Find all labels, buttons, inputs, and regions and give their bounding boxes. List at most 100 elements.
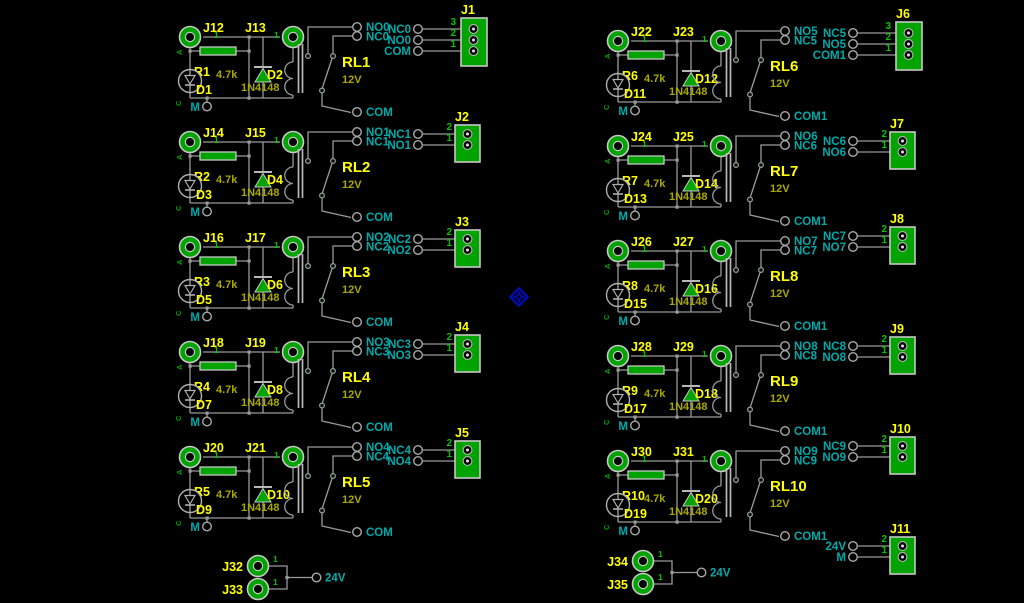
net-terminal[interactable]: [849, 243, 858, 252]
resistor-value[interactable]: 4.7k: [644, 178, 666, 190]
led-ref[interactable]: D13: [624, 192, 647, 206]
resistor-symbol[interactable]: [200, 467, 236, 475]
diode-value[interactable]: 1N4148: [241, 292, 280, 304]
connector-ref[interactable]: J8: [890, 212, 904, 226]
connector-body[interactable]: [890, 537, 915, 574]
diode-value[interactable]: 1N4148: [669, 506, 708, 518]
net-label[interactable]: M: [836, 552, 846, 564]
pad-a[interactable]: [608, 136, 629, 157]
resistor-symbol[interactable]: [628, 471, 664, 479]
pad-b[interactable]: [711, 136, 732, 157]
led-ref[interactable]: D19: [624, 507, 647, 521]
net-terminal[interactable]: [414, 340, 423, 349]
relay-value[interactable]: 12V: [342, 284, 362, 296]
m-net-label[interactable]: M: [618, 421, 628, 433]
pad-b[interactable]: [711, 451, 732, 472]
pad-b-label[interactable]: J33: [222, 583, 243, 597]
resistor-symbol[interactable]: [628, 366, 664, 374]
net-terminal[interactable]: [414, 47, 423, 56]
net-terminal[interactable]: [414, 130, 423, 139]
pad-b-label[interactable]: J13: [245, 21, 266, 35]
diode-value[interactable]: 1N4148: [241, 82, 280, 94]
connector-body[interactable]: [896, 22, 922, 70]
m-net-label[interactable]: M: [190, 207, 200, 219]
led-ref[interactable]: D5: [196, 293, 212, 307]
led-ref[interactable]: D11: [624, 87, 646, 101]
m-terminal[interactable]: [631, 316, 640, 325]
pad-a-label[interactable]: J32: [222, 560, 243, 574]
power-terminal[interactable]: [697, 568, 706, 577]
relay-value[interactable]: 12V: [770, 183, 790, 195]
m-terminal[interactable]: [203, 522, 212, 531]
connector-body[interactable]: [461, 18, 487, 66]
net-terminal[interactable]: [414, 446, 423, 455]
resistor-value[interactable]: 4.7k: [644, 388, 666, 400]
pad-b-label[interactable]: J27: [673, 235, 694, 249]
net-terminal[interactable]: [414, 141, 423, 150]
m-terminal[interactable]: [631, 526, 640, 535]
resistor-value[interactable]: 4.7k: [644, 493, 666, 505]
connector-ref[interactable]: J1: [461, 3, 475, 17]
connector-body[interactable]: [455, 125, 480, 162]
net-label[interactable]: COM: [384, 46, 411, 58]
net-label[interactable]: COM1: [813, 50, 847, 62]
net-terminal[interactable]: [414, 246, 423, 255]
resistor-symbol[interactable]: [628, 51, 664, 59]
net-label[interactable]: NO2: [387, 245, 411, 257]
resistor-symbol[interactable]: [200, 152, 236, 160]
pad-a[interactable]: [180, 237, 201, 258]
com-net-label[interactable]: COM: [366, 527, 393, 539]
relay-value[interactable]: 12V: [770, 498, 790, 510]
connector-ref[interactable]: J3: [455, 215, 469, 229]
m-net-label[interactable]: M: [618, 106, 628, 118]
diode-ref[interactable]: D2: [267, 68, 283, 82]
resistor-value[interactable]: 4.7k: [216, 174, 238, 186]
m-terminal[interactable]: [631, 211, 640, 220]
resistor-value[interactable]: 4.7k: [644, 283, 666, 295]
resistor-value[interactable]: 4.7k: [216, 489, 238, 501]
net-label[interactable]: NO3: [387, 350, 411, 362]
m-net-label[interactable]: M: [618, 316, 628, 328]
m-terminal[interactable]: [631, 421, 640, 430]
connector-body[interactable]: [890, 132, 915, 169]
connector-body[interactable]: [890, 227, 915, 264]
diode-value[interactable]: 1N4148: [669, 86, 708, 98]
pad-a[interactable]: [633, 551, 654, 572]
power-net-label[interactable]: 24V: [710, 568, 731, 580]
connector-body[interactable]: [890, 337, 915, 374]
resistor-symbol[interactable]: [200, 47, 236, 55]
m-net-label[interactable]: M: [190, 312, 200, 324]
m-net-label[interactable]: M: [190, 102, 200, 114]
pad-b-label[interactable]: J21: [245, 441, 266, 455]
net-terminal[interactable]: [849, 342, 858, 351]
pad-b[interactable]: [633, 574, 654, 595]
resistor-value[interactable]: 4.7k: [216, 384, 238, 396]
relay-ref[interactable]: RL7: [770, 163, 798, 180]
net-terminal[interactable]: [849, 542, 858, 551]
led-ref[interactable]: D1: [196, 83, 212, 97]
m-net-label[interactable]: M: [190, 417, 200, 429]
net-terminal[interactable]: [849, 137, 858, 146]
connector-ref[interactable]: J9: [890, 322, 904, 336]
connector-ref[interactable]: J5: [455, 426, 469, 440]
net-label[interactable]: NO8: [822, 352, 846, 364]
net-terminal[interactable]: [849, 40, 858, 49]
pad-b-label[interactable]: J17: [245, 231, 266, 245]
connector-body[interactable]: [890, 437, 915, 474]
pad-b[interactable]: [283, 237, 304, 258]
pad-b[interactable]: [283, 447, 304, 468]
relay-ref[interactable]: RL9: [770, 373, 798, 390]
pad-a[interactable]: [180, 447, 201, 468]
pad-b[interactable]: [283, 132, 304, 153]
diode-value[interactable]: 1N4148: [241, 397, 280, 409]
net-terminal[interactable]: [849, 29, 858, 38]
net-terminal[interactable]: [849, 353, 858, 362]
resistor-symbol[interactable]: [628, 156, 664, 164]
net-label[interactable]: NO4: [387, 456, 411, 468]
pad-a[interactable]: [608, 241, 629, 262]
pad-b-label[interactable]: J29: [673, 340, 694, 354]
m-terminal[interactable]: [203, 102, 212, 111]
connector-ref[interactable]: J4: [455, 320, 469, 334]
net-label[interactable]: NO9: [822, 452, 846, 464]
pad-a[interactable]: [608, 451, 629, 472]
